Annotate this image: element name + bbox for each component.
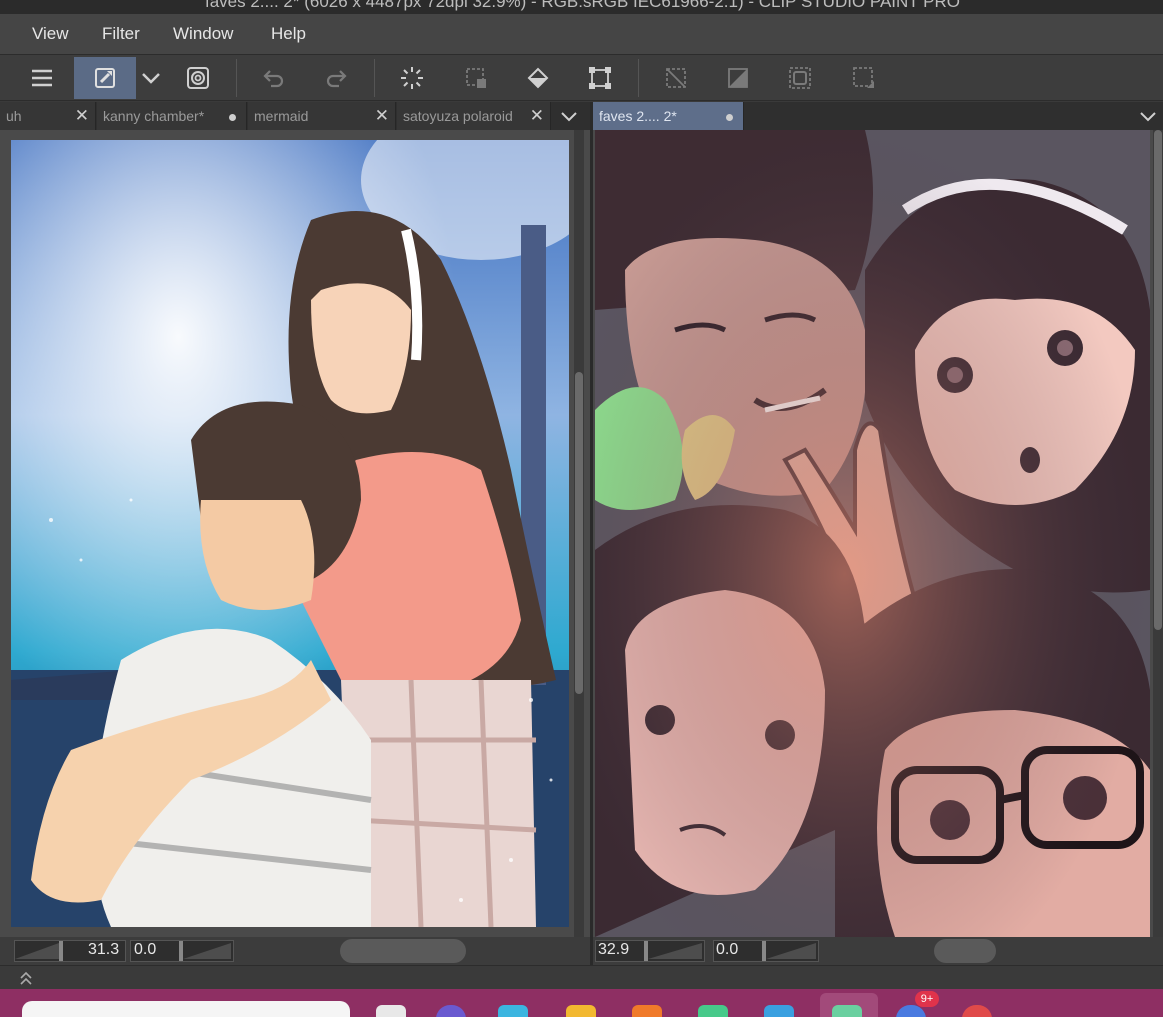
artwork-illustration-group-selfie (595, 130, 1150, 937)
tab-label: faves 2.... 2* (599, 108, 677, 124)
artwork-canvas-right[interactable] (595, 130, 1150, 937)
tab-uh[interactable]: uh ✕ (0, 102, 96, 130)
transform-icon[interactable] (578, 57, 622, 99)
undo-icon[interactable] (252, 57, 296, 99)
fill-icon[interactable] (516, 57, 560, 99)
taskbar-app-icon[interactable] (632, 1005, 662, 1017)
chevron-double-up-icon[interactable] (18, 970, 34, 986)
bottom-panel-bar (0, 965, 1163, 989)
right-status-bar: 32.9 0.0 (593, 937, 1163, 965)
zoom-value: 32.9 (598, 941, 630, 958)
right-horizontal-scroll-thumb[interactable] (934, 939, 996, 963)
tab-kanny-chamber[interactable]: kanny chamber* (97, 102, 247, 130)
toolbar-separator (236, 59, 237, 97)
artwork-illustration-couple (11, 140, 569, 927)
toolbar-separator (638, 59, 639, 97)
loading-icon[interactable] (390, 57, 434, 99)
notification-badge: 9+ (915, 991, 939, 1007)
scrollbar-thumb[interactable] (575, 372, 583, 694)
calendar-icon[interactable] (764, 1005, 794, 1017)
zoom-value: 31.3 (88, 941, 120, 958)
eraser-icon[interactable] (74, 57, 136, 99)
menu-icon[interactable] (20, 57, 64, 99)
select-layer-icon[interactable] (778, 57, 822, 99)
artwork-canvas-left[interactable] (11, 140, 569, 927)
clip-studio-window: faves 2.... 2* (6026 x 4487px 72dpi 32.9… (0, 0, 1163, 1017)
unsaved-dot-icon (229, 114, 236, 121)
right-vertical-scrollbar[interactable] (1153, 130, 1163, 937)
scrollbar-thumb[interactable] (1154, 130, 1162, 630)
rotation-value: 0.0 (134, 941, 157, 958)
left-horizontal-scroll-thumb[interactable] (340, 939, 466, 963)
toolbar-separator (374, 59, 375, 97)
crop-icon[interactable] (842, 57, 886, 99)
tab-label: satoyuza polaroid (403, 108, 513, 124)
close-icon[interactable]: ✕ (530, 102, 544, 130)
menu-help[interactable]: Help (271, 24, 306, 44)
left-status-bar: 31.3 0.0 (0, 937, 590, 965)
tab-label: mermaid (254, 108, 309, 124)
chevron-down-icon[interactable] (134, 57, 168, 99)
invert-selection-icon[interactable] (716, 57, 760, 99)
chevron-down-icon[interactable] (1133, 102, 1163, 130)
left-vertical-scrollbar[interactable] (574, 130, 584, 937)
clip-studio-taskbar-icon[interactable] (832, 1005, 862, 1017)
folder-icon[interactable] (566, 1005, 596, 1017)
taskbar-app-icon[interactable] (962, 1005, 992, 1017)
redo-icon[interactable] (314, 57, 358, 99)
menu-bar: View Filter Window Help (0, 14, 1163, 54)
chevron-down-icon[interactable] (554, 102, 584, 130)
taskbar-search-box[interactable] (22, 1001, 350, 1017)
window-title: faves 2.... 2* (6026 x 4487px 72dpi 32.9… (205, 0, 960, 11)
close-icon[interactable]: ✕ (75, 102, 89, 130)
close-icon[interactable]: ✕ (375, 102, 389, 130)
left-canvas-pane (0, 130, 590, 937)
title-bar: faves 2.... 2* (6026 x 4487px 72dpi 32.9… (0, 0, 1163, 14)
taskbar-app-icon[interactable] (436, 1005, 466, 1017)
select-icon[interactable] (454, 57, 498, 99)
clear-selection-icon[interactable] (654, 57, 698, 99)
taskbar-app-icon[interactable] (498, 1005, 528, 1017)
tab-mermaid[interactable]: mermaid ✕ (248, 102, 396, 130)
right-canvas-pane (593, 130, 1163, 937)
tab-satoyuza-polaroid[interactable]: satoyuza polaroid ✕ (397, 102, 551, 130)
unsaved-dot-icon (726, 114, 733, 121)
os-taskbar: 9+ (0, 989, 1163, 1017)
tab-label: uh (6, 108, 22, 124)
menu-filter[interactable]: Filter (102, 24, 140, 44)
right-tab-strip: faves 2.... 2* (593, 102, 1163, 130)
tab-faves-2[interactable]: faves 2.... 2* (593, 102, 744, 130)
menu-view[interactable]: View (32, 24, 69, 44)
left-tab-strip: uh ✕ kanny chamber* mermaid ✕ satoyuza pol… (0, 102, 590, 130)
taskbar-app-icon[interactable] (376, 1005, 406, 1017)
rotation-value: 0.0 (716, 941, 739, 958)
lasso-icon[interactable] (176, 57, 220, 99)
taskbar-app-icon[interactable] (698, 1005, 728, 1017)
tab-label: kanny chamber* (103, 108, 205, 124)
command-bar (0, 54, 1163, 101)
menu-window[interactable]: Window (173, 24, 233, 44)
